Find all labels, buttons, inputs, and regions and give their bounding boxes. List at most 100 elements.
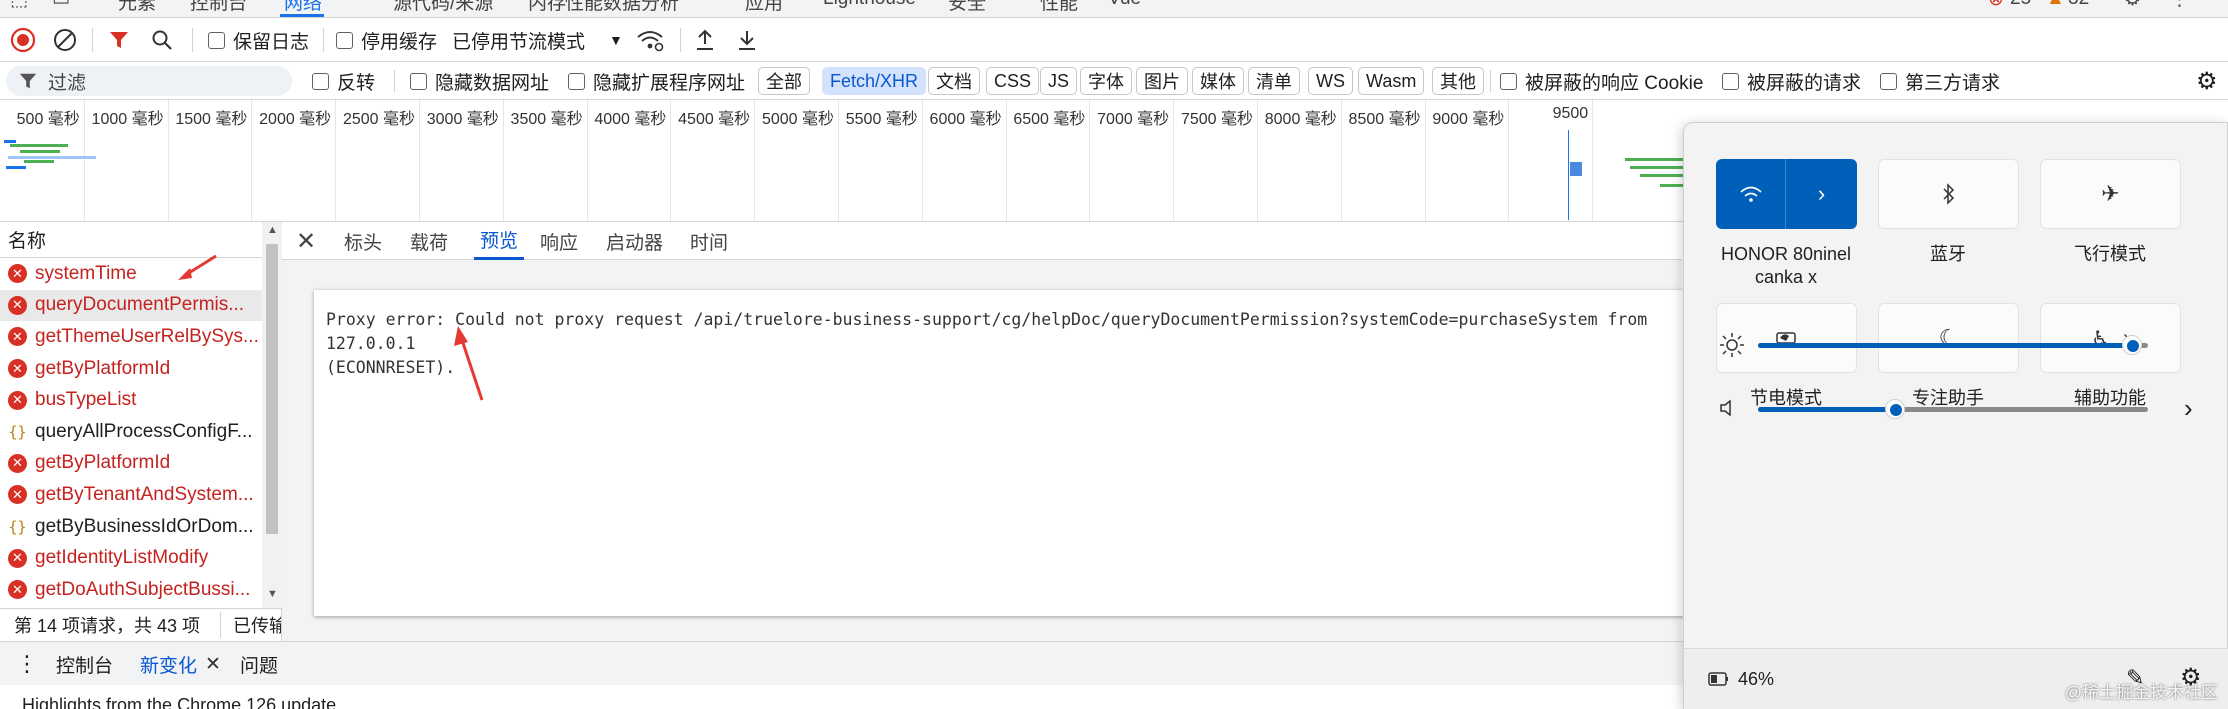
request-row[interactable]: ✕ getByPlatformId (0, 448, 262, 480)
column-header-name[interactable]: 名称 (0, 222, 262, 258)
checkbox-box[interactable] (410, 72, 427, 90)
tab-memory[interactable]: 内存 (528, 0, 566, 15)
type-filter-wasm[interactable]: Wasm (1358, 67, 1425, 95)
volume-output-chevron-icon[interactable]: › (2184, 393, 2193, 424)
type-filter-manifest[interactable]: 清单 (1248, 67, 1300, 95)
type-filter-all[interactable]: 全部 (758, 67, 810, 95)
settings-icon[interactable]: ⚙ (2124, 0, 2141, 11)
tab-preview[interactable]: 预览 (474, 222, 525, 260)
scrollbar-thumb[interactable] (266, 244, 278, 534)
request-row[interactable]: ✕ getByTenantAndSystem... (0, 479, 262, 511)
drawer-menu-icon[interactable]: ⋮ (16, 642, 38, 686)
tab-console[interactable]: 控制台 (190, 0, 247, 15)
type-filter-img[interactable]: 图片 (1136, 67, 1188, 95)
drawer-tab-issues[interactable]: 问题 (240, 642, 278, 686)
tab-elements[interactable]: 元素 (118, 0, 156, 15)
tab-lighthouse[interactable]: Lighthouse (823, 0, 916, 10)
scroll-down-icon[interactable]: ▼ (267, 588, 278, 600)
throttling-select[interactable]: 已停用节流模式 ▼ (452, 18, 623, 62)
checkbox-box[interactable] (336, 31, 353, 49)
blocked-cookies-checkbox[interactable]: 被屏蔽的响应 Cookie (1500, 62, 1703, 100)
export-har-button[interactable] (736, 18, 758, 62)
filter-input[interactable]: 过滤 (6, 66, 292, 96)
checkbox-box[interactable] (568, 72, 585, 90)
inspect-icon[interactable]: ⬚ (10, 0, 28, 11)
tab-security[interactable]: 安全 (948, 0, 986, 15)
wifi-expand-icon[interactable]: › (1786, 159, 1857, 229)
request-row[interactable]: ✕ getByPlatformId (0, 353, 262, 385)
type-filter-fetch-xhr[interactable]: Fetch/XHR (822, 67, 927, 95)
hide-ext-urls-checkbox[interactable]: 隐藏扩展程序网址 (568, 62, 745, 100)
type-filter-css[interactable]: CSS (986, 67, 1040, 95)
close-icon[interactable]: ✕ (205, 653, 221, 676)
warning-count-icon[interactable]: ▲ (2046, 0, 2065, 10)
tab-vue[interactable]: Vue (1108, 0, 1141, 10)
drawer-tab-whats-new[interactable]: 新变化 ✕ (140, 642, 221, 686)
request-row[interactable]: {} queryAllProcessConfigF... (0, 416, 262, 448)
preview-content[interactable]: Proxy error: Could not proxy request /ap… (314, 290, 1694, 616)
blocked-requests-checkbox[interactable]: 被屏蔽的请求 (1722, 62, 1861, 100)
invert-checkbox[interactable]: 反转 (312, 62, 375, 100)
type-filter-other[interactable]: 其他 (1432, 67, 1484, 95)
hide-data-urls-checkbox[interactable]: 隐藏数据网址 (410, 62, 549, 100)
tab-initiator[interactable]: 启动器 (606, 222, 663, 260)
third-party-checkbox[interactable]: 第三方请求 (1880, 62, 2000, 100)
network-conditions-button[interactable] (636, 18, 664, 62)
type-filter-font[interactable]: 字体 (1080, 67, 1132, 95)
waterfall-bar (6, 166, 26, 169)
clear-button[interactable] (52, 18, 78, 62)
wifi-tile[interactable]: › (1716, 159, 1857, 229)
tab-payload[interactable]: 载荷 (410, 222, 448, 260)
request-row[interactable]: ✕ getThemeUserRelBySys... (0, 321, 262, 353)
airplane-tile[interactable]: ✈ (2040, 159, 2181, 229)
volume-slider[interactable] (1758, 397, 2148, 421)
drawer-tab-console[interactable]: 控制台 (56, 642, 113, 686)
tab-headers[interactable]: 标头 (344, 222, 382, 260)
import-har-button[interactable] (694, 18, 716, 62)
checkbox-box[interactable] (1880, 72, 1897, 90)
device-toggle-icon[interactable]: ▭ (52, 0, 70, 11)
tab-application[interactable]: 应用 (745, 0, 783, 15)
request-row[interactable]: ✕ getIdentityListModify (0, 542, 262, 574)
type-filter-ws[interactable]: WS (1308, 67, 1353, 95)
tab-timing[interactable]: 时间 (690, 222, 728, 260)
checkbox-box[interactable] (1722, 72, 1739, 90)
checkbox-box[interactable] (1500, 72, 1517, 90)
checkbox-box[interactable] (312, 72, 329, 90)
error-count-icon[interactable]: ⊗ (1988, 0, 2004, 11)
tab-performance-insights[interactable]: 性能数据分析 (565, 0, 679, 15)
wifi-toggle[interactable] (1716, 159, 1786, 229)
tab-performance[interactable]: 性能 (1040, 0, 1078, 15)
brightness-slider[interactable] (1758, 333, 2148, 357)
watermark: @稀土掘金技术社区 (2064, 683, 2218, 702)
bluetooth-tile[interactable] (1878, 159, 2019, 229)
more-menu-icon[interactable]: ⋮ (2170, 0, 2189, 11)
request-row[interactable]: ✕ systemTime (0, 258, 262, 290)
request-row[interactable]: ✕ busTypeList (0, 384, 262, 416)
tab-response[interactable]: 响应 (540, 222, 578, 260)
battery-icon[interactable] (1708, 671, 1730, 687)
error-count[interactable]: 25 (2010, 0, 2031, 10)
preserve-log-checkbox[interactable]: 保留日志 (208, 18, 309, 62)
tab-network[interactable]: 网络 (284, 0, 322, 15)
type-filter-js[interactable]: JS (1040, 67, 1078, 95)
request-row[interactable]: {} getByBusinessIdOrDom... (0, 511, 262, 543)
type-filter-doc[interactable]: 文档 (928, 67, 980, 95)
network-settings-icon[interactable]: ⚙ (2196, 62, 2218, 100)
request-row[interactable]: ✕ queryDocumentPermis... (0, 289, 262, 322)
volume-thumb[interactable] (1884, 399, 1905, 419)
request-list-scrollbar[interactable]: ▲ ▼ (262, 222, 282, 608)
record-button[interactable] (10, 18, 36, 62)
tab-sources[interactable]: 源代码/来源 (393, 0, 493, 15)
speaker-icon[interactable] (1718, 397, 1740, 419)
type-filter-media[interactable]: 媒体 (1192, 67, 1244, 95)
warning-count[interactable]: 32 (2068, 0, 2089, 10)
filter-toggle-button[interactable] (108, 18, 130, 62)
request-row[interactable]: ✕ getDoAuthSubjectBussi... (0, 574, 262, 606)
disable-cache-checkbox[interactable]: 停用缓存 (336, 18, 437, 62)
search-button[interactable] (150, 18, 174, 62)
brightness-thumb[interactable] (2122, 335, 2143, 355)
scroll-up-icon[interactable]: ▲ (267, 224, 278, 236)
close-icon[interactable]: ✕ (296, 222, 316, 260)
checkbox-box[interactable] (208, 31, 225, 49)
